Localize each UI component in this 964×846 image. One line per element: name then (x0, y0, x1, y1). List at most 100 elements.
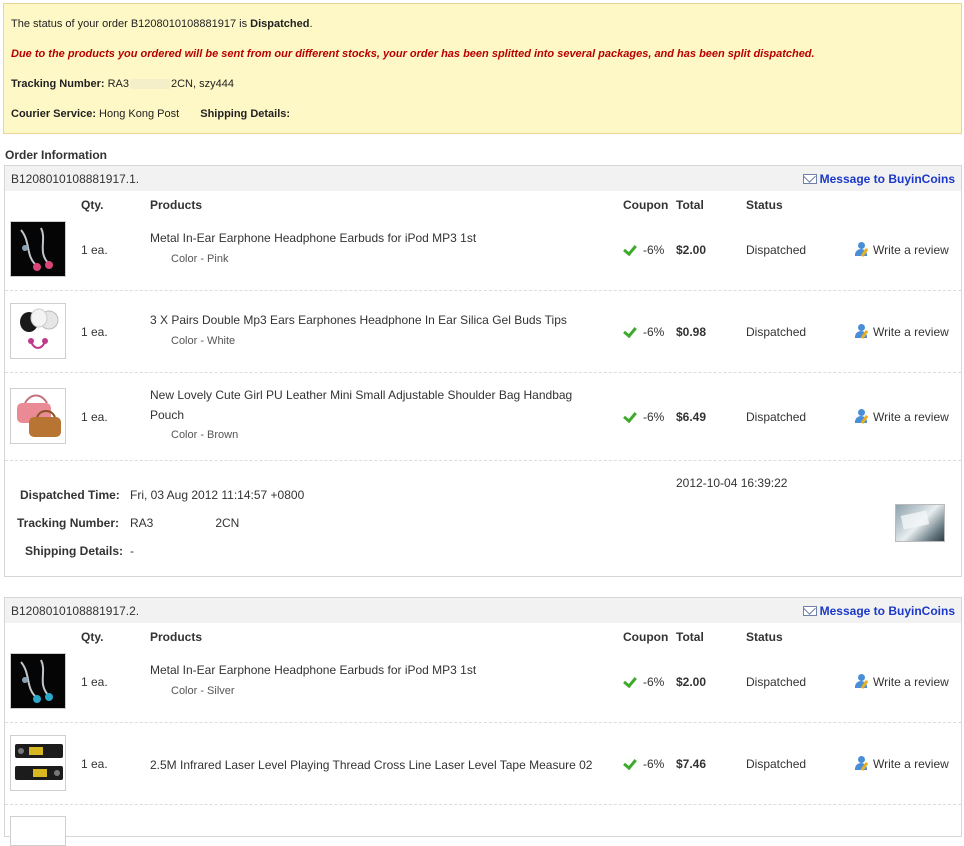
tracking-label: Tracking Number: (11, 78, 105, 90)
package-1: B1208010108881917.1. Message to BuyinCoi… (4, 165, 962, 577)
notice-tracking-line: Tracking Number: RA3 2CN, szy444 (11, 78, 234, 90)
message-label: Message to BuyinCoins (819, 604, 955, 618)
product-thumbnail-earbuds[interactable] (10, 653, 66, 709)
review-label: Write a review (873, 325, 949, 339)
col-qty: Qty. (81, 630, 104, 644)
message-button[interactable]: Message to BuyinCoins (802, 604, 955, 618)
coupon-value: -6% (643, 410, 665, 424)
item-total: $2.00 (676, 675, 707, 689)
product-thumbnail[interactable] (10, 816, 66, 846)
item-status: Dispatched (746, 675, 807, 689)
envelope-icon (802, 606, 817, 616)
write-review-link[interactable]: Write a review (855, 324, 949, 340)
checkmark-icon (623, 325, 638, 337)
user-edit-icon (855, 324, 869, 340)
item-status: Dispatched (746, 325, 807, 339)
coupon-cell: -6% (623, 243, 664, 257)
col-coupon: Coupon (623, 198, 669, 212)
write-review-link[interactable]: Write a review (855, 674, 949, 690)
tracking-start: RA3 (130, 516, 154, 530)
item-status: Dispatched (746, 410, 807, 424)
product-thumbnail-ear-tips[interactable] (10, 303, 66, 359)
product-name[interactable]: Metal In-Ear Earphone Headphone Earbuds … (150, 228, 610, 248)
review-label: Write a review (873, 675, 949, 689)
order-item-row: 1 ea. Metal In-Ear Earphone Headphone Ea… (5, 643, 961, 723)
col-qty: Qty. (81, 198, 104, 212)
item-qty: 1 ea. (81, 757, 108, 771)
item-status: Dispatched (746, 757, 807, 771)
item-qty: 1 ea. (81, 325, 108, 339)
courier-label: Courier Service: (11, 108, 96, 120)
product-color: Color - Pink (171, 253, 229, 265)
col-products: Products (150, 198, 203, 212)
product-color: Color - Silver (171, 685, 235, 697)
coupon-cell: -6% (623, 410, 664, 424)
status-mid: is (236, 18, 251, 30)
item-total: $0.98 (676, 325, 707, 339)
item-qty: 1 ea. (81, 410, 108, 424)
redacted-block (130, 79, 170, 90)
item-status: Dispatched (746, 243, 807, 257)
review-label: Write a review (873, 757, 949, 771)
order-status-line: The status of your order B12080101088819… (11, 18, 313, 30)
write-review-link[interactable]: Write a review (855, 409, 949, 425)
order-item-row: 1 ea. 3 X Pairs Double Mp3 Ears Earphone… (5, 293, 961, 373)
package-id: B1208010108881917.2. (11, 604, 140, 618)
tracking-end: 2CN (215, 516, 240, 530)
col-total: Total (676, 198, 704, 212)
coupon-value: -6% (643, 757, 665, 771)
col-status: Status (746, 630, 783, 644)
section-title: Order Information (5, 148, 108, 162)
item-qty: 1 ea. (81, 675, 108, 689)
user-edit-icon (855, 756, 869, 772)
split-dispatch-message: Due to the products you ordered will be … (11, 48, 815, 60)
product-thumbnail-handbag[interactable] (10, 388, 66, 444)
tracking-value-end: 2CN, szy444 (171, 78, 234, 90)
envelope-icon (802, 174, 817, 184)
dispatched-time-label: Dispatched Time: (20, 488, 120, 502)
status-prefix: The status of your order (11, 18, 131, 30)
package-photo-thumbnail[interactable] (895, 504, 945, 542)
review-label: Write a review (873, 410, 949, 424)
product-thumbnail-laser-level[interactable] (10, 735, 66, 791)
col-coupon: Coupon (623, 630, 669, 644)
message-button[interactable]: Message to BuyinCoins (802, 172, 955, 186)
order-item-row: 1 ea. Metal In-Ear Earphone Headphone Ea… (5, 211, 961, 291)
checkmark-icon (623, 243, 638, 255)
coupon-value: -6% (643, 675, 665, 689)
order-item-row: 1 ea. New Lovely Cute Girl PU Leather Mi… (5, 375, 961, 461)
product-thumbnail-earbuds[interactable] (10, 221, 66, 277)
notice-courier-line: Courier Service: Hong Kong Post Shipping… (11, 108, 290, 120)
courier-value: Hong Kong Post (99, 108, 180, 120)
order-number: B1208010108881917 (130, 18, 237, 30)
product-name[interactable]: New Lovely Cute Girl PU Leather Mini Sma… (150, 385, 595, 425)
item-qty: 1 ea. (81, 243, 108, 257)
coupon-cell: -6% (623, 675, 664, 689)
coupon-value: -6% (643, 243, 665, 257)
write-review-link[interactable]: Write a review (855, 242, 949, 258)
product-color: Color - White (171, 335, 236, 347)
tracking-number-label: Tracking Number: (17, 516, 120, 530)
product-name[interactable]: Metal In-Ear Earphone Headphone Earbuds … (150, 660, 610, 680)
product-name[interactable]: 3 X Pairs Double Mp3 Ears Earphones Head… (150, 310, 610, 330)
order-status-value: Dispatched (250, 18, 310, 30)
tracking-number-value: RA3 2CN (130, 516, 239, 530)
col-total: Total (676, 630, 704, 644)
order-item-row: 1 ea. 2.5M Infrared Laser Level Playing … (5, 725, 961, 805)
dispatched-time-value: Fri, 03 Aug 2012 11:14:57 +0800 (130, 488, 305, 502)
checkmark-icon (623, 675, 638, 687)
tracking-value-start: RA3 (107, 78, 129, 90)
item-total: $2.00 (676, 243, 707, 257)
product-name[interactable]: 2.5M Infrared Laser Level Playing Thread… (150, 755, 610, 775)
package-2: B1208010108881917.2. Message to BuyinCoi… (4, 597, 962, 846)
write-review-link[interactable]: Write a review (855, 756, 949, 772)
user-edit-icon (855, 242, 869, 258)
shipping-details-label: Shipping Details: (200, 108, 291, 120)
col-status: Status (746, 198, 783, 212)
message-label: Message to BuyinCoins (819, 172, 955, 186)
product-color: Color - Brown (171, 429, 239, 441)
dispatch-timestamp: 2012-10-04 16:39:22 (676, 476, 788, 490)
coupon-value: -6% (643, 325, 665, 339)
checkmark-icon (623, 410, 638, 422)
shipping-details-value: - (130, 544, 134, 558)
